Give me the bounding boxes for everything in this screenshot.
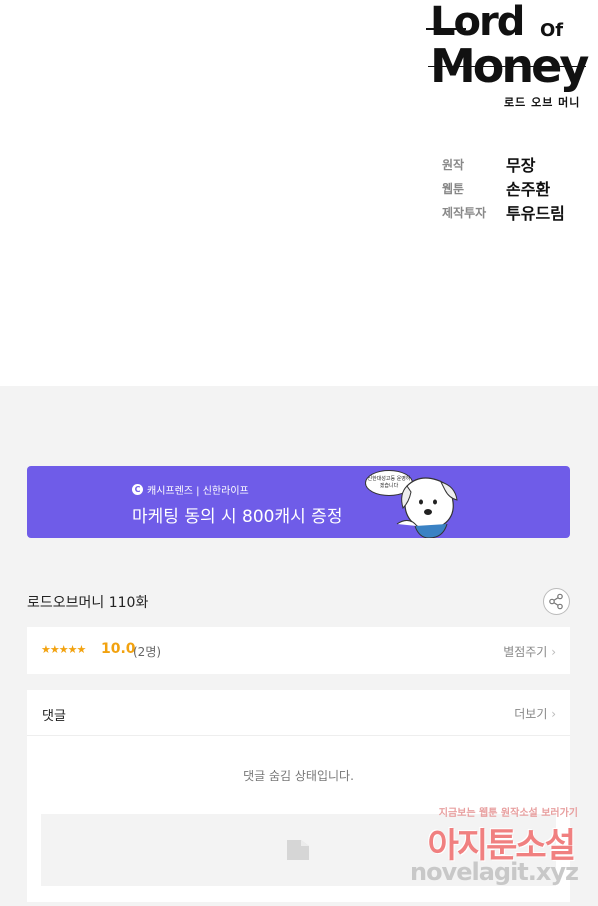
logo-line-of: Of (540, 20, 564, 41)
comic-panel: Lord Of Money 로드 오브 머니 원작 무장 웹툰 손주환 제작투자… (0, 0, 598, 386)
credit-value: 투유드림 (506, 204, 565, 223)
logo-scratch-line (426, 28, 466, 30)
share-button[interactable] (543, 588, 570, 615)
comment-placeholder-icon (287, 840, 309, 860)
comments-hidden-message: 댓글 숨김 상태입니다. (243, 769, 354, 783)
watermark-tagline: 지금보는 웹툰 원작소설 보러가기 (438, 808, 578, 819)
chevron-right-icon: › (551, 645, 556, 659)
logo-korean-title: 로드 오브 머니 (504, 96, 581, 109)
dog-character-icon (396, 477, 458, 538)
banner-title: 마케팅 동의 시 800캐시 증정 (132, 507, 343, 527)
credit-value: 손주환 (506, 180, 551, 199)
credit-row-investment: 제작투자 투유드림 (442, 200, 592, 224)
site-watermark: 지금보는 웹툰 원작소설 보러가기 아지툰소설 novelagit.xyz (408, 804, 579, 890)
rating-card: ★★★★★ 10.0 (2명) 별점주기 › (27, 627, 570, 674)
credit-row-original: 원작 무장 (442, 152, 592, 176)
share-icon (549, 593, 563, 610)
credit-label: 제작투자 (442, 205, 487, 220)
banner-brand: C 캐시프렌즈 | 신한라이프 (132, 482, 249, 497)
comments-header: 댓글 더보기 › (27, 690, 570, 736)
promo-banner[interactable]: C 캐시프렌즈 | 신한라이프 마케팅 동의 시 800캐시 증정 신한대성고등… (27, 466, 570, 538)
more-label: 더보기 (514, 707, 548, 721)
credit-label: 웹툰 (442, 181, 465, 196)
comments-title: 댓글 (42, 709, 66, 724)
credit-row-webtoon: 웹툰 손주환 (442, 176, 592, 200)
rating-count: (2명) (133, 645, 162, 659)
episode-title: 로드오브머니 110화 (27, 595, 149, 611)
credit-value: 무장 (506, 156, 536, 175)
banner-brand-text: 캐시프렌즈 | 신한라이프 (147, 486, 249, 497)
rate-button-label: 별점주기 (503, 645, 548, 659)
cash-friends-icon: C (132, 484, 143, 495)
credit-label: 원작 (442, 157, 465, 172)
series-logo: Lord Of Money 로드 오브 머니 (426, 0, 590, 112)
logo-line-lord: Lord (430, 0, 525, 45)
rating-stars-icon: ★★★★★ (41, 643, 86, 656)
logo-scratch-line (428, 66, 586, 67)
watermark-url: novelagit.xyz (409, 858, 579, 886)
credits-list: 원작 무장 웹툰 손주환 제작투자 투유드림 (442, 152, 592, 224)
comments-more-button[interactable]: 더보기 › (514, 705, 556, 722)
chevron-right-icon: › (551, 707, 556, 721)
rating-score: 10.0 (101, 641, 136, 657)
rate-button[interactable]: 별점주기 › (503, 643, 556, 660)
